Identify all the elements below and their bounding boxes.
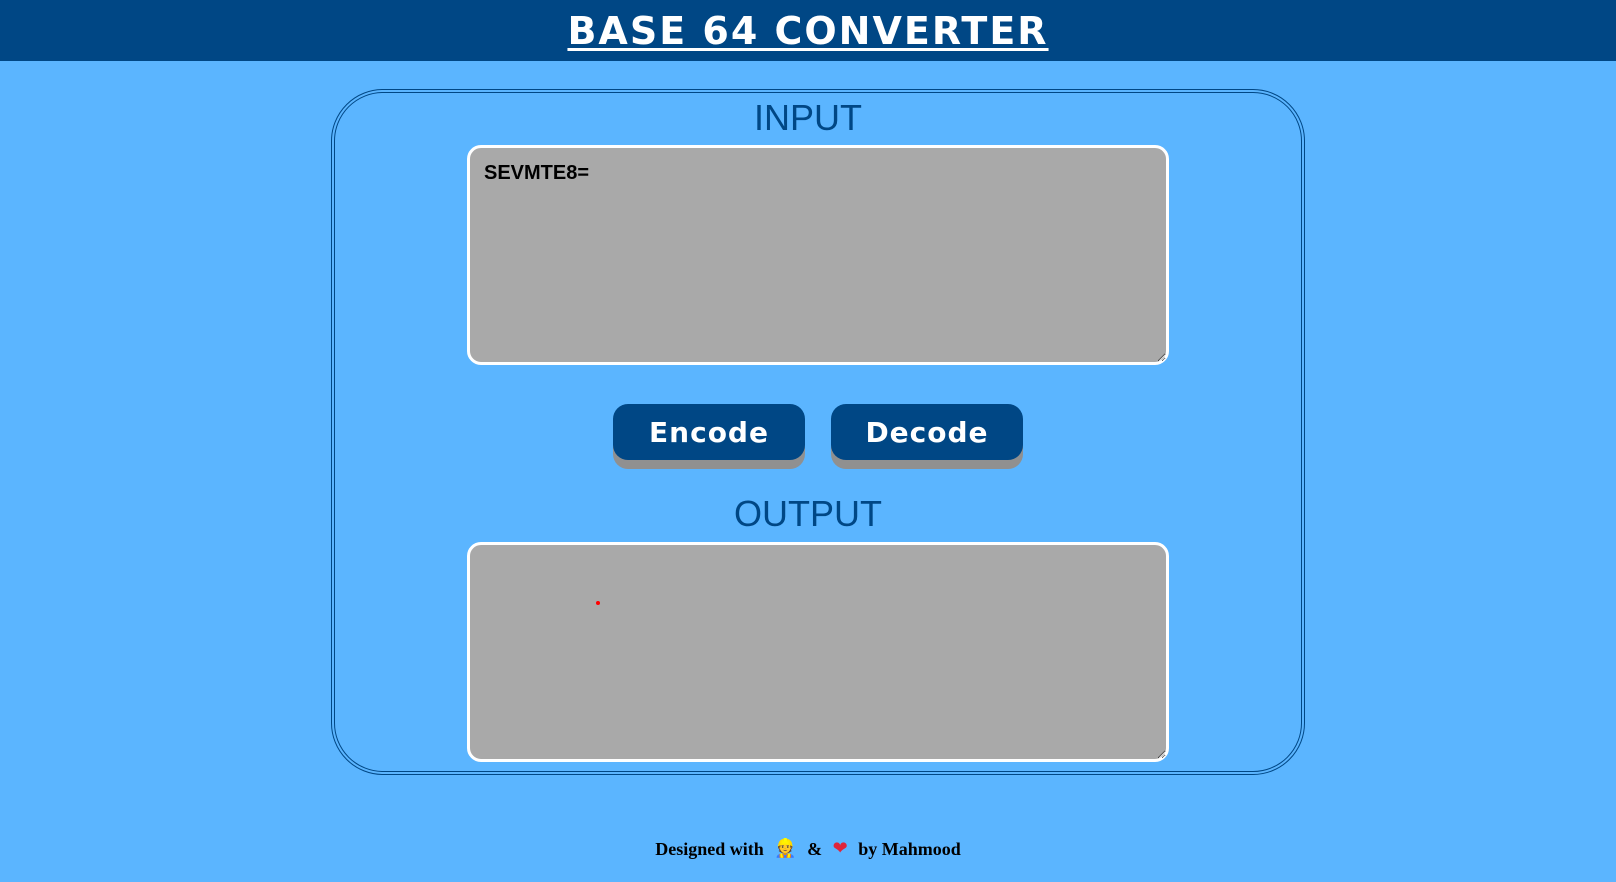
construction-worker-icon: 👷 <box>774 837 797 859</box>
input-title: INPUT <box>754 97 862 138</box>
footer-suffix: by Mahmood <box>858 838 961 859</box>
footer: Designed with 👷 & ❤ by Mahmood <box>0 836 1616 860</box>
input-textarea[interactable] <box>467 145 1169 365</box>
heart-icon: ❤ <box>832 837 848 859</box>
output-textarea[interactable] <box>467 542 1169 762</box>
encode-button[interactable]: Encode <box>613 404 805 460</box>
app-header: BASE 64 CONVERTER <box>0 0 1616 61</box>
decode-button[interactable]: Decode <box>831 404 1023 460</box>
cursor-marker <box>596 601 600 605</box>
app-title: BASE 64 CONVERTER <box>567 8 1049 53</box>
footer-prefix: Designed with <box>655 838 764 859</box>
footer-ampersand: & <box>807 838 823 859</box>
output-title: OUTPUT <box>734 493 882 534</box>
